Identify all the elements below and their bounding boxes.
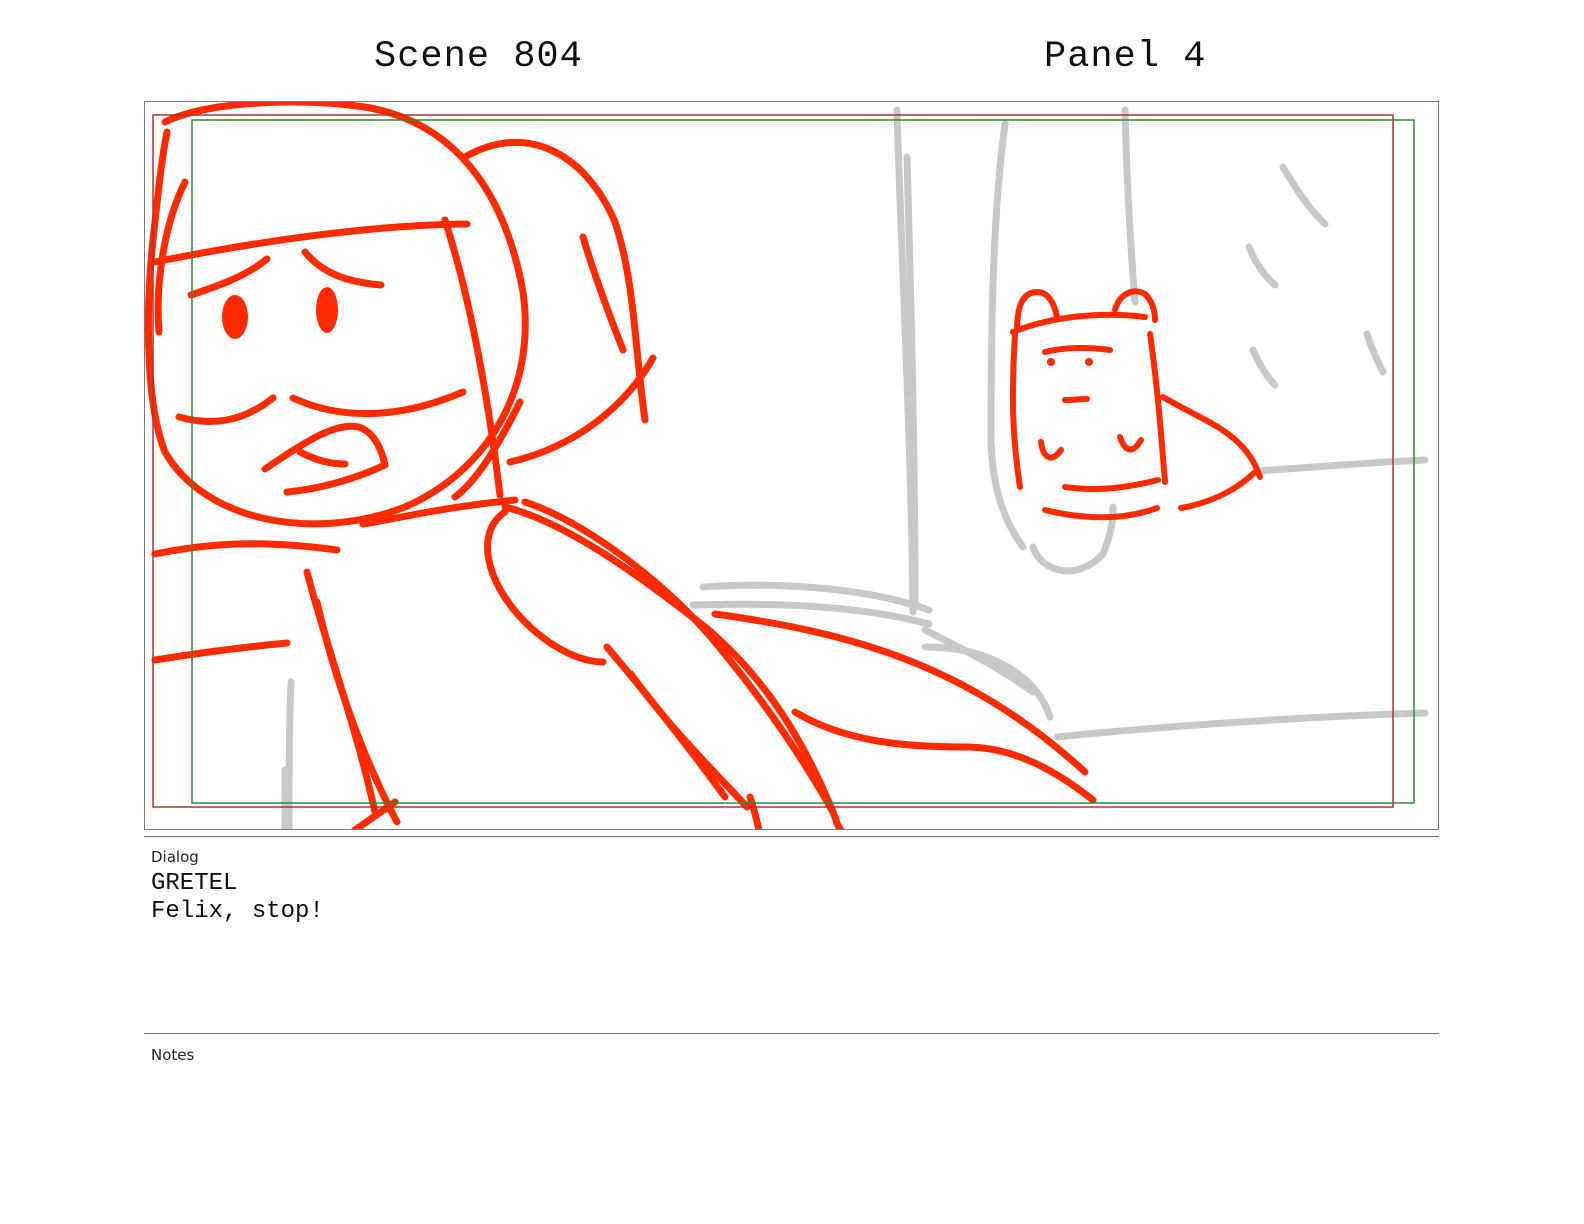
gretel-eyes [222,287,338,339]
dialog-divider [144,836,1439,837]
storyboard-panel [144,101,1439,830]
dialog-character-name: GRETEL [151,870,238,897]
character-sketch-felix [1009,288,1263,521]
title-safe-frame [191,119,1415,804]
panel-number: Panel 4 [1044,36,1207,78]
notes-divider [144,1033,1439,1034]
sketch-drawing [145,102,1429,829]
scene-number: Scene 804 [374,36,583,78]
dialog-line: Felix, stop! [151,898,324,925]
felix-eyes [1047,358,1093,366]
dialog-section-label: Dialog [151,848,199,866]
notes-section-label: Notes [151,1046,195,1064]
